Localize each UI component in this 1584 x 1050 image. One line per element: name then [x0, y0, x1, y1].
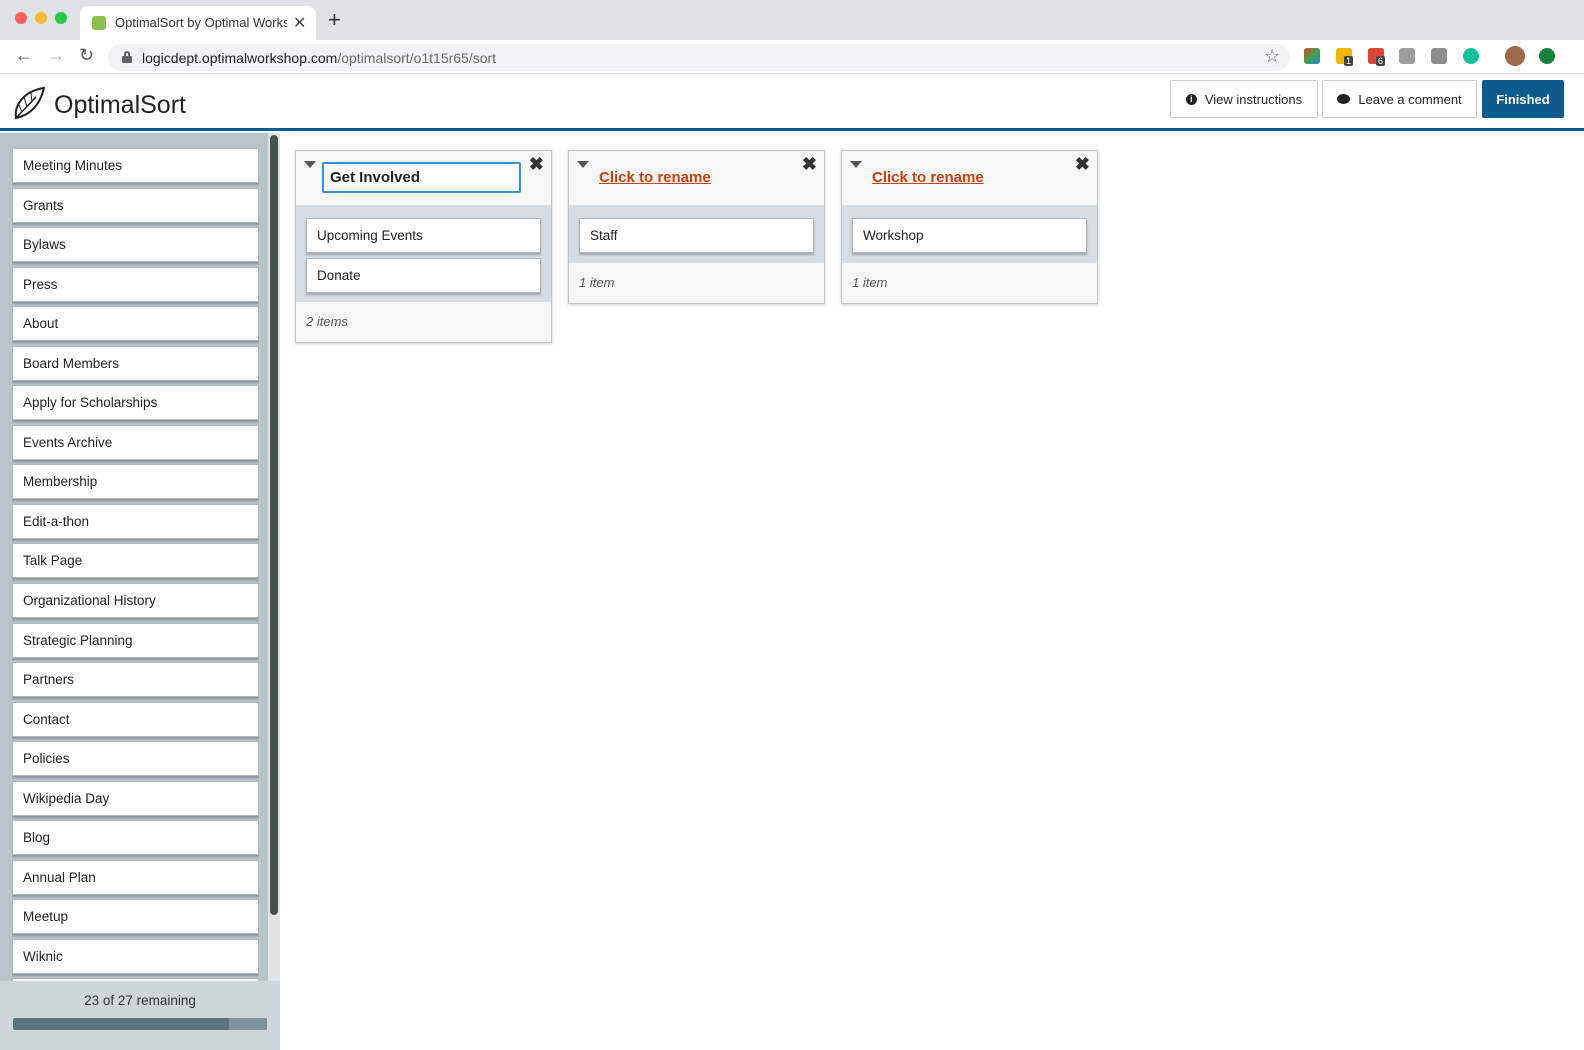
- remove-group-icon[interactable]: ✖: [1075, 154, 1090, 175]
- rename-group-link[interactable]: Click to rename: [872, 169, 984, 186]
- leave-comment-button[interactable]: Leave a comment: [1322, 80, 1477, 118]
- caret-down-icon[interactable]: [304, 161, 316, 168]
- extension-notes-icon[interactable]: 1: [1336, 48, 1354, 66]
- sidebar-card[interactable]: Meetup: [12, 899, 259, 935]
- leaf-logo-icon: [14, 86, 46, 120]
- forward-arrow-icon[interactable]: →: [47, 45, 65, 66]
- comment-icon: [1337, 94, 1351, 104]
- sidebar-card[interactable]: Apply for Scholarships: [12, 385, 259, 421]
- sidebar-card[interactable]: Bylaws: [12, 227, 259, 263]
- tab-close-icon[interactable]: ✕: [293, 13, 306, 33]
- remove-group-icon[interactable]: ✖: [802, 154, 817, 175]
- sidebar-card[interactable]: Events Archive: [12, 424, 259, 460]
- lock-icon: [122, 51, 132, 63]
- view-instructions-label: View instructions: [1204, 91, 1303, 107]
- profile-avatar[interactable]: [1505, 46, 1525, 66]
- browser-tab[interactable]: OptimalSort by Optimal Workshop ✕: [80, 6, 316, 40]
- address-bar[interactable]: logicdept.optimalworkshop.com/optimalsor…: [108, 44, 1290, 71]
- minimize-window-button[interactable]: [35, 12, 47, 24]
- group-header: Click to rename ✖: [569, 151, 824, 205]
- group-card[interactable]: Workshop: [852, 218, 1087, 253]
- extension-grammarly-icon[interactable]: [1463, 48, 1479, 64]
- sidebar-card[interactable]: Grants: [12, 187, 259, 223]
- app-header: OptimalSort i View instructions Leave a …: [0, 75, 1584, 131]
- sidebar-card[interactable]: Partners: [12, 662, 259, 698]
- sidebar-card[interactable]: Membership: [12, 464, 259, 500]
- sort-progress-bar: [13, 1018, 267, 1030]
- finished-button[interactable]: Finished: [1482, 80, 1564, 118]
- extension-rainbow-icon[interactable]: [1304, 48, 1320, 64]
- group-item-count: 2 items: [306, 314, 348, 329]
- group-card[interactable]: Upcoming Events: [306, 218, 541, 253]
- view-instructions-button[interactable]: i View instructions: [1170, 80, 1318, 118]
- extension-stack-icon[interactable]: [1399, 48, 1415, 64]
- group-card[interactable]: Staff: [579, 218, 814, 253]
- sidebar-card[interactable]: Edit-a-thon: [12, 503, 259, 539]
- group-card-area[interactable]: Upcoming Events Donate: [296, 205, 551, 302]
- card-list[interactable]: Meeting Minutes Grants Bylaws Press About Boa…: [12, 148, 259, 988]
- group-header: Click to rename ✖: [842, 151, 1097, 205]
- sidebar-card[interactable]: Annual Plan: [12, 859, 259, 895]
- back-arrow-icon[interactable]: ←: [15, 45, 33, 66]
- sidebar-card[interactable]: Wikipedia Day: [12, 780, 259, 816]
- new-tab-icon[interactable]: +: [328, 8, 341, 32]
- group-card-area[interactable]: Workshop: [842, 205, 1097, 263]
- remove-group-icon[interactable]: ✖: [529, 154, 544, 175]
- bookmark-star-icon[interactable]: ☆: [1264, 46, 1280, 67]
- update-icon[interactable]: [1539, 48, 1555, 64]
- group-item-count: 1 item: [579, 274, 615, 290]
- card-group[interactable]: Click to rename ✖ Staff 1 item: [568, 150, 825, 304]
- sidebar-card[interactable]: Contact: [12, 701, 259, 737]
- info-icon: i: [1185, 93, 1197, 105]
- card-list-scrollbar[interactable]: [268, 133, 280, 983]
- optimalsort-favicon-icon: [92, 16, 106, 30]
- scrollbar-thumb[interactable]: [270, 135, 278, 915]
- browser-toolbar: ← → ↻ logicdept.optimalworkshop.com/opti…: [0, 40, 1584, 74]
- leave-comment-label: Leave a comment: [1358, 91, 1462, 107]
- app-logo-text: OptimalSort: [54, 91, 186, 119]
- card-group[interactable]: Click to rename ✖ Workshop 1 item: [841, 150, 1098, 304]
- rename-group-link[interactable]: Click to rename: [599, 169, 711, 186]
- card-group[interactable]: ✖ Upcoming Events Donate 2 items: [295, 150, 552, 343]
- caret-down-icon[interactable]: [850, 161, 862, 168]
- remaining-count: 23 of 27 remaining: [84, 993, 196, 1008]
- sidebar-footer: 23 of 27 remaining: [0, 981, 280, 1050]
- sidebar-card[interactable]: Organizational History: [12, 583, 259, 619]
- close-window-button[interactable]: [15, 12, 27, 24]
- sidebar-card[interactable]: Blog: [12, 820, 259, 856]
- sidebar-card[interactable]: Meeting Minutes: [12, 148, 259, 183]
- sidebar-card[interactable]: Board Members: [12, 345, 259, 381]
- sidebar-card[interactable]: Talk Page: [12, 543, 259, 579]
- group-item-count: 1 item: [852, 274, 888, 290]
- browser-tab-bar: OptimalSort by Optimal Workshop ✕ +: [0, 0, 1584, 40]
- sidebar-card[interactable]: About: [12, 306, 259, 342]
- sort-progress-fill: [229, 1018, 267, 1030]
- group-card[interactable]: Donate: [306, 257, 541, 293]
- sidebar-card[interactable]: Policies: [12, 741, 259, 777]
- sidebar-card[interactable]: Wiknic: [12, 938, 259, 974]
- group-header: ✖: [296, 151, 551, 205]
- unsorted-cards-panel: Meeting Minutes Grants Bylaws Press About Boa…: [0, 133, 280, 1050]
- tab-title: OptimalSort by Optimal Workshop: [115, 15, 287, 30]
- caret-down-icon[interactable]: [577, 161, 589, 168]
- extension-todoist-icon[interactable]: 6: [1368, 48, 1386, 66]
- extension-grid-icon[interactable]: [1431, 48, 1447, 64]
- group-card-area[interactable]: Staff: [569, 205, 824, 263]
- sidebar-card[interactable]: Strategic Planning: [12, 622, 259, 658]
- group-name-input[interactable]: [322, 162, 521, 193]
- reload-icon[interactable]: ↻: [79, 45, 94, 66]
- url-text: logicdept.optimalworkshop.com/optimalsor…: [142, 50, 497, 66]
- sidebar-card[interactable]: Press: [12, 266, 259, 302]
- maximize-window-button[interactable]: [55, 12, 67, 24]
